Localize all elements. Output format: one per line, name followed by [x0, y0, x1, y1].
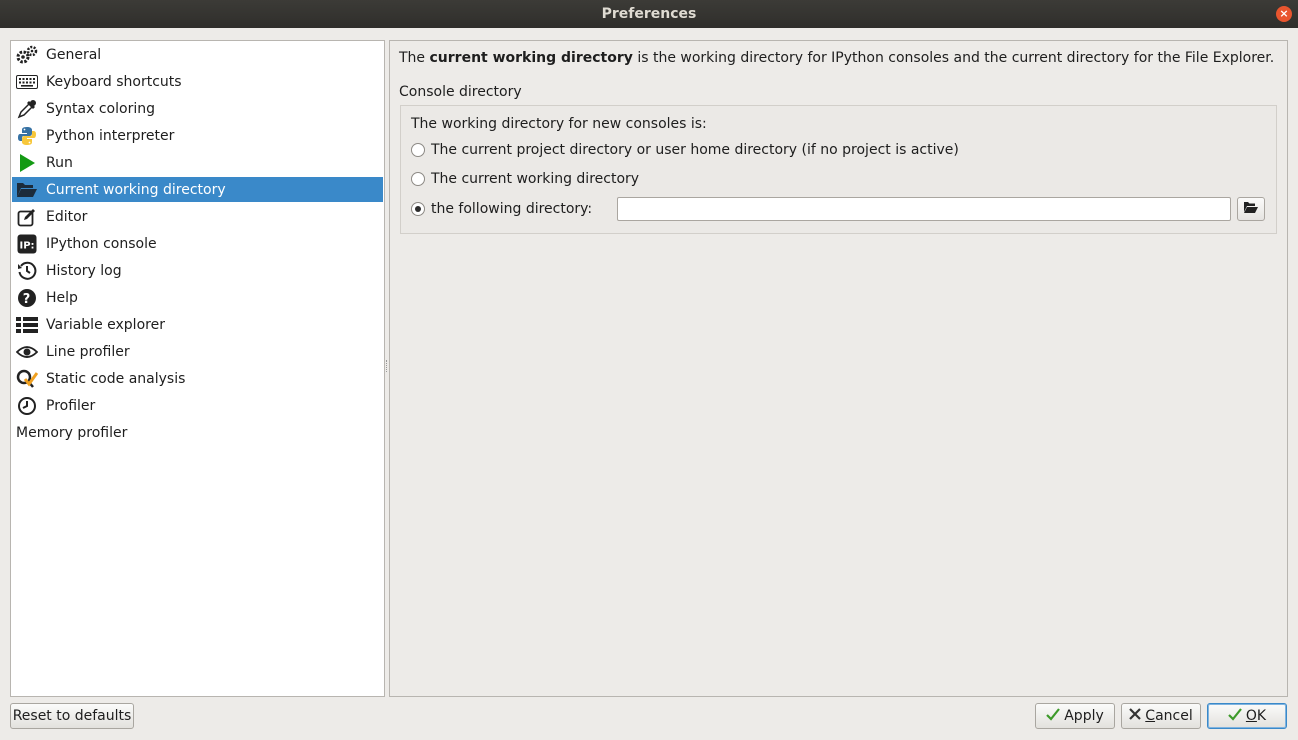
mnemonic-char: C: [1145, 708, 1156, 724]
sidebar-item-label: Python interpreter: [46, 127, 175, 144]
sidebar-item-current-working-directory[interactable]: Current working directory: [12, 177, 383, 202]
sidebar-item-line-profiler[interactable]: Line profiler: [12, 339, 383, 364]
cross-icon: [1129, 708, 1142, 724]
sidebar-item-label: Variable explorer: [46, 316, 165, 333]
sidebar-item-label: Static code analysis: [46, 370, 186, 387]
group-title-console-directory: Console directory: [399, 84, 522, 100]
sidebar-item-label: Syntax coloring: [46, 100, 155, 117]
keyboard-icon: [16, 71, 38, 93]
close-icon[interactable]: ×: [1276, 6, 1292, 22]
sidebar-item-label: IPython console: [46, 235, 157, 252]
code-analysis-icon: [16, 368, 38, 390]
sidebar-item-syntax-coloring[interactable]: Syntax coloring: [12, 96, 383, 121]
svg-text:IP:: IP:: [20, 240, 35, 251]
check-icon: [1046, 707, 1061, 725]
option-label: The current project directory or user ho…: [431, 142, 959, 158]
cancel-button[interactable]: Cancel: [1121, 703, 1201, 729]
sidebar-item-label: Profiler: [46, 397, 96, 414]
sidebar-item-static-code-analysis[interactable]: Static code analysis: [12, 366, 383, 391]
folder-open-icon: [1243, 201, 1259, 218]
button-label: OK: [1246, 708, 1266, 724]
intro-text-start: The: [399, 50, 430, 66]
sidebar-item-label: Memory profiler: [16, 424, 128, 441]
panel-splitter-handle[interactable]: [386, 360, 388, 372]
label-rest: ancel: [1155, 708, 1193, 724]
radio-button-checked[interactable]: [411, 202, 425, 216]
window-titlebar: Preferences ×: [0, 0, 1298, 28]
sidebar-item-label: Help: [46, 289, 78, 306]
ipython-icon: IP:: [16, 233, 38, 255]
eye-icon: [16, 341, 38, 363]
sidebar-item-profiler[interactable]: Profiler: [12, 393, 383, 418]
folder-open-icon: [16, 179, 38, 201]
sidebar-item-help[interactable]: ? Help: [12, 285, 383, 310]
eyedropper-icon: [16, 98, 38, 120]
option-label: The current working directory: [431, 171, 640, 187]
sidebar-item-run[interactable]: Run: [12, 150, 383, 175]
clock-icon: [16, 395, 38, 417]
directory-path-input[interactable]: [617, 197, 1231, 221]
button-label: Cancel: [1145, 708, 1192, 724]
list-table-icon: [16, 314, 38, 336]
label-rest: K: [1256, 708, 1267, 724]
sidebar-item-label: Current working directory: [46, 181, 226, 198]
group-label: The working directory for new consoles i…: [411, 116, 707, 132]
sidebar-item-label: General: [46, 46, 102, 63]
radio-button[interactable]: [411, 172, 425, 186]
apply-button[interactable]: Apply: [1035, 703, 1115, 729]
button-label: Reset to defaults: [12, 708, 132, 724]
sidebar-item-keyboard-shortcuts[interactable]: Keyboard shortcuts: [12, 69, 383, 94]
sidebar-item-history-log[interactable]: History log: [12, 258, 383, 283]
sidebar-item-python-interpreter[interactable]: Python interpreter: [12, 123, 383, 148]
intro-text-end: is the working directory for IPython con…: [632, 50, 1275, 66]
check-icon: [1228, 707, 1242, 725]
option-project-directory[interactable]: The current project directory or user ho…: [411, 142, 959, 158]
ok-button[interactable]: OK: [1207, 703, 1287, 729]
play-icon: [16, 152, 38, 174]
question-icon: ?: [16, 287, 38, 309]
option-current-working-directory[interactable]: The current working directory: [411, 171, 639, 187]
option-label: the following directory:: [431, 201, 593, 217]
sidebar-item-label: Editor: [46, 208, 88, 225]
sidebar-item-label: Run: [46, 154, 73, 171]
window-title: Preferences: [601, 6, 697, 22]
browse-directory-button[interactable]: [1237, 197, 1265, 221]
sidebar-item-ipython-console[interactable]: IP: IPython console: [12, 231, 383, 256]
history-icon: [16, 260, 38, 282]
preferences-sidebar: General Keyboard shortcuts Syntax colori…: [10, 40, 385, 697]
sidebar-item-label: Line profiler: [46, 343, 130, 360]
sidebar-item-general[interactable]: General: [12, 42, 383, 67]
gears-icon: [16, 44, 38, 66]
settings-panel: The current working directory is the wor…: [389, 40, 1288, 697]
sidebar-item-label: Keyboard shortcuts: [46, 73, 182, 90]
page-description: The current working directory is the wor…: [399, 50, 1274, 66]
button-label: Apply: [1064, 708, 1104, 724]
intro-text-bold: current working directory: [429, 50, 633, 66]
mnemonic-char: O: [1245, 708, 1257, 724]
reset-to-defaults-button[interactable]: Reset to defaults: [10, 703, 134, 729]
svg-text:?: ?: [23, 292, 31, 307]
edit-icon: [16, 206, 38, 228]
sidebar-item-variable-explorer[interactable]: Variable explorer: [12, 312, 383, 337]
sidebar-item-label: History log: [46, 262, 122, 279]
sidebar-item-memory-profiler[interactable]: Memory profiler: [12, 420, 383, 445]
python-logo-icon: [16, 125, 38, 147]
radio-button[interactable]: [411, 143, 425, 157]
sidebar-item-editor[interactable]: Editor: [12, 204, 383, 229]
option-following-directory[interactable]: the following directory:: [411, 201, 592, 217]
console-directory-group: The working directory for new consoles i…: [400, 105, 1277, 234]
